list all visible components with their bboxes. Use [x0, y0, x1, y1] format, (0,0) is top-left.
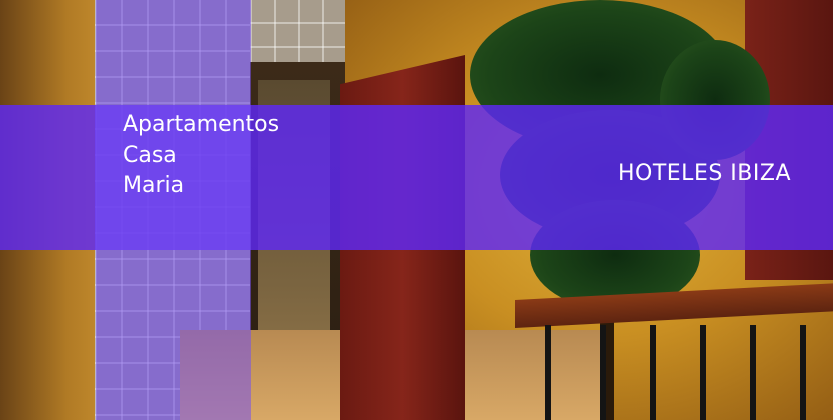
- railing-baluster: [750, 325, 756, 420]
- title-line: Casa: [123, 142, 177, 168]
- brand-label: HOTELES IBIZA: [617, 161, 791, 186]
- hotel-title: Apartamentos Casa Maria: [123, 110, 363, 202]
- railing-baluster: [800, 325, 806, 420]
- railing-baluster: [700, 325, 706, 420]
- railing-baluster: [650, 325, 656, 420]
- railing-baluster: [600, 325, 606, 420]
- railing-baluster: [545, 325, 551, 420]
- glass-block-transom: [250, 0, 345, 62]
- title-line: Apartamentos: [123, 112, 280, 137]
- title-line: Maria: [123, 173, 185, 198]
- left-overlay-panel: [96, 0, 251, 420]
